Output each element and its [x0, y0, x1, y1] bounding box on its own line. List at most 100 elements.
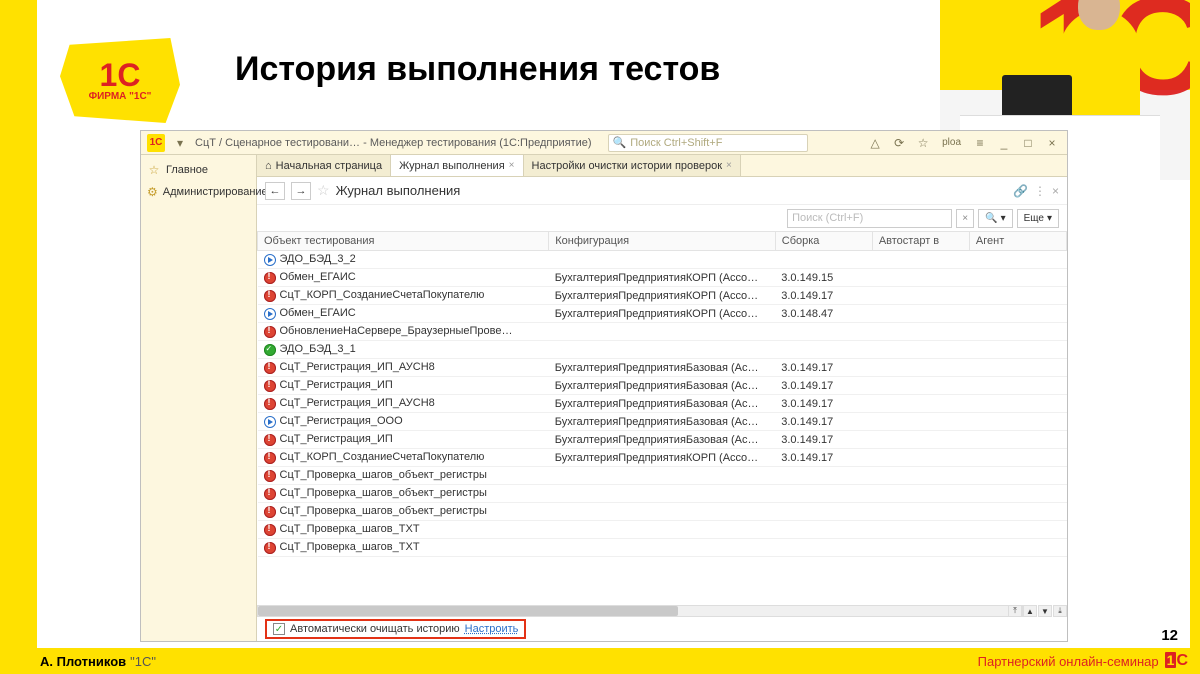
status-icon	[264, 488, 276, 500]
cell-object: СцТ_Проверка_шагов_объект_регистры	[280, 487, 487, 499]
history-icon[interactable]: ⟳	[890, 134, 908, 152]
search-icon: 🔍	[985, 213, 997, 224]
cell-config: БухгалтерияПредприятияКОРП (Acco…	[549, 287, 776, 305]
table-row[interactable]: Обмен_ЕГАИСБухгалтерияПредприятияКОРП (A…	[258, 269, 1067, 287]
cell-build: 3.0.149.17	[775, 449, 872, 467]
cell-object: СцТ_Проверка_шагов_ТХТ	[280, 523, 420, 535]
link-icon[interactable]: 🔗	[1013, 184, 1028, 198]
logo-subtext: ФИРМА "1С"	[89, 91, 152, 102]
chevron-down-icon: ▾	[1047, 213, 1052, 224]
close-icon[interactable]: ×	[1052, 184, 1059, 198]
advanced-search-button[interactable]: 🔍 ▾	[978, 209, 1012, 228]
configure-link[interactable]: Настроить	[465, 623, 519, 635]
cell-agent	[969, 467, 1066, 485]
cell-object: Обмен_ЕГАИС	[280, 271, 356, 283]
status-icon	[264, 524, 276, 536]
cell-object: СцТ_Проверка_шагов_ТХТ	[280, 541, 420, 553]
scroll-down-button[interactable]: ▼	[1038, 605, 1052, 617]
table-row[interactable]: СцТ_Регистрация_ИПБухгалтерияПредприятия…	[258, 377, 1067, 395]
table-row[interactable]: СцТ_Регистрация_ИПБухгалтерияПредприятия…	[258, 431, 1067, 449]
journal-table: Объект тестирования Конфигурация Сборка …	[257, 231, 1067, 557]
cell-config: БухгалтерияПредприятияБазовая (Ac…	[549, 431, 776, 449]
author-name: А. Плотников	[40, 654, 126, 669]
more-icon[interactable]: ⋮	[1034, 184, 1046, 198]
status-icon	[264, 398, 276, 410]
sidebar-item-main[interactable]: ☆ Главное	[141, 159, 256, 181]
star-icon[interactable]: ☆	[914, 134, 932, 152]
user-label[interactable]: ploa	[942, 137, 961, 148]
col-autostart[interactable]: Автостарт в	[872, 232, 969, 251]
tab-start[interactable]: ⌂ Начальная страница	[257, 155, 391, 176]
table-row[interactable]: ЭДО_БЭД_3_2	[258, 251, 1067, 269]
table-row[interactable]: ЭДО_БЭД_3_1	[258, 341, 1067, 359]
close-icon[interactable]: ×	[509, 160, 515, 171]
logo-1c: 1С ФИРМА "1С"	[60, 38, 180, 123]
cell-config	[549, 503, 776, 521]
scroll-up-button[interactable]: ▲	[1023, 605, 1037, 617]
cell-agent	[969, 323, 1066, 341]
auto-clean-checkbox[interactable]: ✓	[273, 623, 285, 635]
scroll-top-button[interactable]: ⤒	[1008, 605, 1022, 617]
gear-icon: ⚙	[147, 185, 158, 199]
table-row[interactable]: СцТ_Регистрация_ИП_АУСН8БухгалтерияПредп…	[258, 395, 1067, 413]
table-header-row: Объект тестирования Конфигурация Сборка …	[258, 232, 1067, 251]
close-icon[interactable]: ×	[726, 160, 732, 171]
table-row[interactable]: СцТ_Проверка_шагов_ТХТ	[258, 521, 1067, 539]
col-build[interactable]: Сборка	[775, 232, 872, 251]
sidebar-item-admin[interactable]: ⚙ Администрирование	[141, 181, 256, 203]
cell-autostart	[872, 503, 969, 521]
table-row[interactable]: СцТ_Регистрация_ИП_АУСН8БухгалтерияПредп…	[258, 359, 1067, 377]
scroll-bottom-button[interactable]: ⤓	[1053, 605, 1067, 617]
cell-object: СцТ_КОРП_СозданиеСчетаПокупателю	[280, 289, 485, 301]
table-row[interactable]: СцТ_КОРП_СозданиеСчетаПокупателю Бухгалте…	[258, 287, 1067, 305]
table-row[interactable]: СцТ_Регистрация_ОООБухгалтерияПредприяти…	[258, 413, 1067, 431]
table-search-input[interactable]: Поиск (Ctrl+F)	[787, 209, 952, 228]
cell-config: БухгалтерияПредприятияБазовая (Ac…	[549, 413, 776, 431]
col-config[interactable]: Конфигурация	[549, 232, 776, 251]
maximize-icon[interactable]: □	[1019, 134, 1037, 152]
scrollbar-thumb[interactable]	[258, 606, 678, 616]
tab-journal[interactable]: Журнал выполнения ×	[391, 155, 523, 176]
search-row: Поиск (Ctrl+F) × 🔍 ▾ Еще ▾	[257, 205, 1067, 231]
global-search-input[interactable]: 🔍 Поиск Ctrl+Shift+F	[608, 134, 808, 152]
cell-object: СцТ_Регистрация_ИП_АУСН8	[280, 361, 435, 373]
cell-autostart	[872, 305, 969, 323]
close-icon[interactable]: ×	[1043, 134, 1061, 152]
forward-button[interactable]: →	[291, 182, 311, 200]
bell-icon[interactable]: △	[866, 134, 884, 152]
search-placeholder: Поиск (Ctrl+F)	[792, 212, 863, 224]
table-row[interactable]: СцТ_Проверка_шагов_объект_регистры	[258, 485, 1067, 503]
content-header: ← → ☆ Журнал выполнения 🔗 ⋮ ×	[257, 177, 1067, 205]
cell-autostart	[872, 323, 969, 341]
slide-yellow-left-bar	[0, 0, 37, 674]
table-row[interactable]: Обмен_ЕГАИСБухгалтерияПредприятияКОРП (A…	[258, 305, 1067, 323]
favorite-icon[interactable]: ☆	[317, 182, 330, 199]
cell-autostart	[872, 449, 969, 467]
back-button[interactable]: ←	[265, 182, 285, 200]
highlighted-option: ✓ Автоматически очищать историю Настроит…	[265, 619, 526, 639]
status-icon	[264, 362, 276, 374]
col-agent[interactable]: Агент	[969, 232, 1066, 251]
horizontal-scrollbar[interactable]	[257, 605, 1023, 617]
menu-icon[interactable]: ≡	[971, 134, 989, 152]
dropdown-icon[interactable]: ▾	[171, 134, 189, 152]
more-button[interactable]: Еще ▾	[1017, 209, 1059, 228]
table-row[interactable]: СцТ_Проверка_шагов_ТХТ	[258, 539, 1067, 557]
cell-config: БухгалтерияПредприятияБазовая (Ac…	[549, 377, 776, 395]
table-row[interactable]: ОбновлениеНаСервере_БраузерныеПрове…	[258, 323, 1067, 341]
sidebar-item-label: Администрирование	[163, 186, 268, 198]
status-icon	[264, 290, 276, 302]
table-row[interactable]: СцТ_Проверка_шагов_объект_регистры	[258, 503, 1067, 521]
col-object[interactable]: Объект тестирования	[258, 232, 549, 251]
tab-settings[interactable]: Настройки очистки истории проверок ×	[524, 155, 741, 176]
status-icon	[264, 344, 276, 356]
app-titlebar: 1C ▾ СцТ / Сценарное тестировани… - Мене…	[141, 131, 1067, 155]
home-icon: ⌂	[265, 160, 272, 172]
clear-search-button[interactable]: ×	[956, 209, 974, 228]
minimize-icon[interactable]: _	[995, 134, 1013, 152]
cell-agent	[969, 305, 1066, 323]
table-row[interactable]: СцТ_Проверка_шагов_объект_регистры	[258, 467, 1067, 485]
slide-title: История выполнения тестов	[235, 50, 720, 89]
table-row[interactable]: СцТ_КОРП_СозданиеСчетаПокупателюБухгалте…	[258, 449, 1067, 467]
cell-object: СцТ_Регистрация_ИП_АУСН8	[280, 397, 435, 409]
